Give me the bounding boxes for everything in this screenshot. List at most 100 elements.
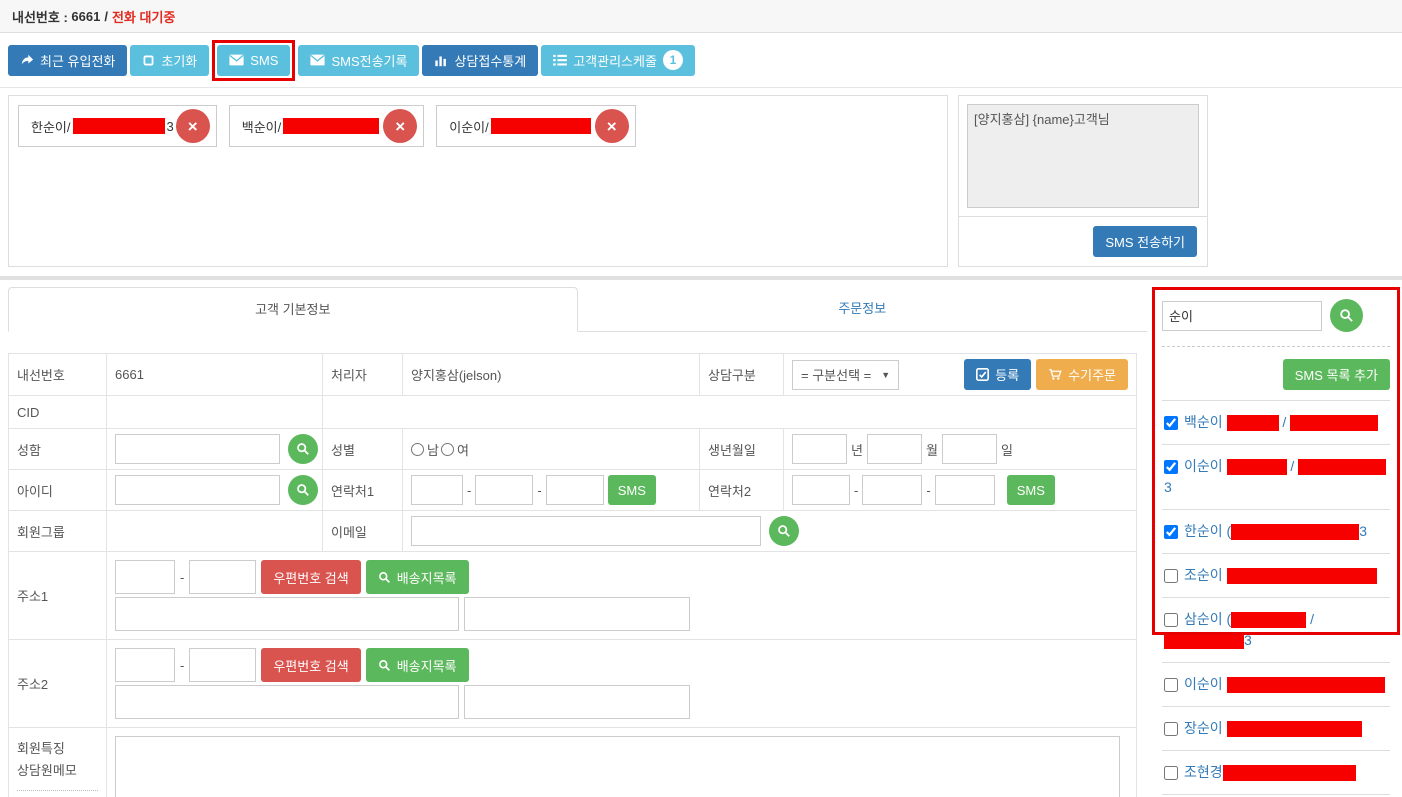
list-icon <box>553 54 567 66</box>
addr2-delivery-list-button[interactable]: 배송지목록 <box>366 648 469 682</box>
sms-history-button[interactable]: SMS전송기록 <box>298 45 419 76</box>
addr1-post1-input[interactable] <box>115 560 175 594</box>
sms-history-label: SMS전송기록 <box>331 51 407 70</box>
sms-list-item[interactable]: 이순이 / 3 <box>1162 444 1390 509</box>
addr1-delivery-list-label: 배송지목록 <box>397 568 457 587</box>
phone1-part3-input[interactable] <box>546 475 604 505</box>
chip-remove-button[interactable]: × <box>383 109 417 143</box>
reset-button[interactable]: 초기화 <box>130 45 209 76</box>
addr1-postcode-search-button[interactable]: 우편번호 검색 <box>261 560 360 594</box>
recipient-name: 조현경 <box>1184 764 1223 780</box>
phone1-sms-button[interactable]: SMS <box>608 475 656 505</box>
recipient-checkbox[interactable] <box>1164 416 1178 430</box>
field-label-extension: 내선번호 <box>9 354 107 396</box>
field-label-address1: 주소1 <box>9 552 107 640</box>
recipient-checkbox[interactable] <box>1164 460 1178 474</box>
phone2-part1-input[interactable] <box>792 475 850 505</box>
recipient-checkbox[interactable] <box>1164 613 1178 627</box>
memo-label-line2: 상담원메모 <box>17 763 77 778</box>
field-label-gender: 성별 <box>323 429 403 470</box>
addr2-post1-input[interactable] <box>115 648 175 682</box>
consult-category-select[interactable]: = 구분선택 = ▼ <box>792 360 899 390</box>
phone2-sms-button[interactable]: SMS <box>1007 475 1055 505</box>
field-value-handler: 양지홍삼(jelson) <box>403 354 700 396</box>
addr1-detail-input[interactable] <box>464 597 690 631</box>
sms-list-item[interactable]: 한순이 (3 <box>1162 509 1390 553</box>
email-input[interactable] <box>411 516 761 546</box>
id-search-button[interactable] <box>288 475 318 505</box>
addr1-delivery-list-button[interactable]: 배송지목록 <box>366 560 469 594</box>
cart-icon <box>1048 368 1062 381</box>
toolbar: 최근 유입전화 초기화 SMS SMS전송기록 상담접수통계 고객관리스케줄 1 <box>0 33 1402 88</box>
sms-list-item[interactable]: 조순이 <box>1162 553 1390 597</box>
memo-textarea[interactable] <box>115 736 1120 797</box>
recipient-checkbox[interactable] <box>1164 525 1178 539</box>
consult-stats-button[interactable]: 상담접수통계 <box>422 45 538 76</box>
recipient-name: 삼순이 <box>1184 611 1223 627</box>
sms-list-item[interactable]: 장순이 <box>1162 706 1390 750</box>
phone2-part3-input[interactable] <box>935 475 995 505</box>
call-status: 전화 대기중 <box>112 7 175 26</box>
sms-list-add-button[interactable]: SMS 목록 추가 <box>1283 359 1390 390</box>
addr2-detail-input[interactable] <box>464 685 690 719</box>
register-button[interactable]: 등록 <box>964 359 1031 390</box>
redacted-text <box>1227 568 1377 584</box>
sms-list-item[interactable]: 이순이 <box>1162 662 1390 706</box>
sms-send-button[interactable]: SMS 전송하기 <box>1093 226 1197 257</box>
gender-female-radio[interactable] <box>441 443 454 456</box>
recipient-search-button[interactable] <box>1330 299 1363 332</box>
consult-stats-label: 상담접수통계 <box>454 51 526 70</box>
recipient-checkbox[interactable] <box>1164 678 1178 692</box>
recent-calls-button[interactable]: 최근 유입전화 <box>8 45 127 76</box>
share-arrow-icon <box>20 53 34 67</box>
sms-list-item[interactable]: 삼순이 ( /3 <box>1162 597 1390 662</box>
recipient-checkbox[interactable] <box>1164 569 1178 583</box>
gender-female-label: 여 <box>457 440 469 459</box>
field-value-member-group <box>107 511 323 552</box>
sms-list-item[interactable]: 백순이 / <box>1162 400 1390 444</box>
dash: - <box>537 483 541 498</box>
recipient-chip: 이순이/× <box>436 105 636 147</box>
chip-remove-button[interactable]: × <box>176 109 210 143</box>
recipient-checkbox[interactable] <box>1164 766 1178 780</box>
tab-customer-basic-info[interactable]: 고객 기본정보 <box>8 287 578 332</box>
search-icon <box>296 483 310 497</box>
tab-order-info[interactable]: 주문정보 <box>578 287 1148 331</box>
field-value-cid <box>107 396 323 429</box>
sms-button[interactable]: SMS <box>217 45 290 76</box>
id-input[interactable] <box>115 475 280 505</box>
sms-message-textarea[interactable]: [양지홍삼] {name}고객님 <box>967 104 1199 208</box>
field-label-address2: 주소2 <box>9 640 107 728</box>
dash: - <box>467 483 471 498</box>
birth-month-input[interactable] <box>867 434 922 464</box>
redacted-text <box>1290 415 1378 431</box>
close-icon: × <box>395 118 405 135</box>
customer-schedule-button[interactable]: 고객관리스케줄 1 <box>541 45 695 76</box>
search-icon <box>777 524 791 538</box>
name-input[interactable] <box>115 434 280 464</box>
addr1-post2-input[interactable] <box>189 560 256 594</box>
birth-month-label: 월 <box>926 440 938 459</box>
recipient-name: 백순이 <box>1184 414 1223 430</box>
birth-year-input[interactable] <box>792 434 847 464</box>
phone2-part2-input[interactable] <box>862 475 922 505</box>
sms-list-item[interactable]: 조현경 <box>1162 750 1390 794</box>
name-search-button[interactable] <box>288 434 318 464</box>
recipient-search-input[interactable] <box>1162 301 1322 331</box>
addr1-line-input[interactable] <box>115 597 459 631</box>
addr2-post2-input[interactable] <box>189 648 256 682</box>
redacted-text <box>1227 677 1385 693</box>
gender-male-radio[interactable] <box>411 443 424 456</box>
header-separator: / <box>104 9 108 24</box>
birth-day-input[interactable] <box>942 434 997 464</box>
recipient-checkbox[interactable] <box>1164 722 1178 736</box>
addr2-postcode-search-button[interactable]: 우편번호 검색 <box>261 648 360 682</box>
dash: - <box>180 658 184 673</box>
manual-order-button[interactable]: 수기주문 <box>1036 359 1128 390</box>
email-search-button[interactable] <box>769 516 799 546</box>
addr2-line-input[interactable] <box>115 685 459 719</box>
recipient-name: 조순이 <box>1184 567 1223 583</box>
phone1-part1-input[interactable] <box>411 475 463 505</box>
chip-remove-button[interactable]: × <box>595 109 629 143</box>
phone1-part2-input[interactable] <box>475 475 533 505</box>
